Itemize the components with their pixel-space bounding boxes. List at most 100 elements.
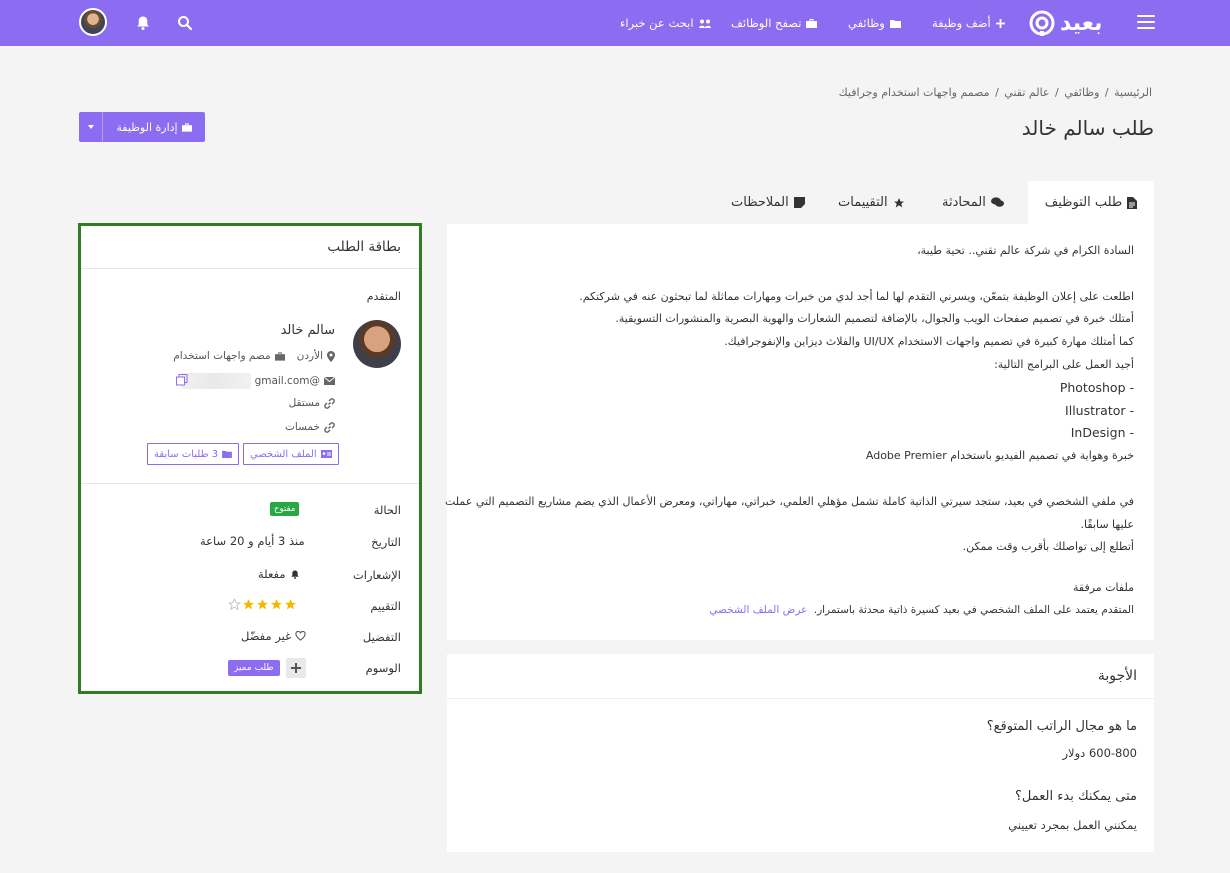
copy-icon[interactable] — [176, 374, 188, 386]
view-profile-link[interactable]: عرض الملف الشخصي — [709, 604, 807, 616]
comments-icon — [990, 197, 1004, 207]
applicant-job-title: مصم واجهات استخدام — [173, 350, 271, 362]
page-title: طلب سالم خالد — [1021, 116, 1154, 140]
tags-row: طلب مميز — [228, 658, 306, 678]
user-avatar[interactable] — [79, 8, 107, 36]
id-card-icon — [320, 450, 332, 458]
answers-header: الأجوبة — [447, 654, 1154, 699]
status-badge: مفتوح — [270, 502, 300, 516]
favorite-toggle[interactable]: غير مفضّل — [241, 629, 306, 643]
notifications-label: الإشعارات — [352, 568, 401, 582]
application-info-card: بطاقة الطلب المتقدم سالم خالد الأردن مصم… — [78, 223, 422, 694]
add-tag-button[interactable] — [285, 658, 306, 678]
applicant-location-job: الأردن مصم واجهات استخدام — [173, 350, 335, 362]
breadcrumb-job[interactable]: مصمم واجهات استخدام وجرافيك — [839, 86, 990, 99]
star-filled-icon[interactable] — [256, 598, 269, 611]
tab-notes-label: الملاحظات — [731, 195, 789, 210]
card-header: بطاقة الطلب — [81, 226, 419, 269]
plus-icon — [290, 663, 301, 673]
tag-badge[interactable]: طلب مميز — [228, 660, 280, 676]
heart-icon — [295, 631, 306, 641]
profile-button[interactable]: الملف الشخصي — [243, 443, 339, 465]
bell-icon[interactable] — [135, 15, 151, 31]
briefcase-icon — [181, 122, 192, 132]
nav-find-experts[interactable]: ابحث عن خبراء — [620, 0, 711, 46]
status-value: مفتوح — [270, 502, 300, 516]
letter-line: عليها سابقًا. — [1080, 517, 1135, 531]
notifications-value: مفعلة — [258, 567, 286, 581]
tab-reviews[interactable]: التقييمات — [838, 181, 905, 224]
breadcrumb: الرئيسية / وظائفي / عالم تقني / مصمم واج… — [838, 86, 1152, 99]
email-redacted — [180, 373, 251, 389]
answer-question: متى يمكنك بدء العمل؟ — [1015, 789, 1137, 804]
cover-letter: السادة الكرام في شركة عالم تقني.. تحية ط… — [445, 240, 1135, 559]
applicant-username[interactable]: خمسات — [285, 421, 320, 433]
breadcrumb-my-jobs[interactable]: وظائفي — [1064, 86, 1099, 99]
logo-text: بعيد — [1060, 10, 1103, 36]
nav-browse-jobs-label: تصفح الوظائف — [731, 16, 802, 30]
attachments-description: المتقدم يعتمد على الملف الشخصي في بعيد ك… — [709, 604, 1134, 616]
nav-add-job[interactable]: أضف وظيفة — [932, 0, 1005, 46]
applicant-email-row: @gmail.com — [180, 373, 335, 389]
applicant-location: الأردن — [296, 350, 323, 362]
star-filled-icon[interactable] — [270, 598, 283, 611]
letter-line: - Illustrator — [1065, 402, 1134, 418]
divider — [81, 483, 419, 484]
previous-applications-label: 3 طلبات سابقة — [154, 448, 219, 460]
logo[interactable]: بعيد — [1028, 8, 1102, 38]
manage-job-dropdown-toggle[interactable] — [79, 112, 103, 142]
card-title: بطاقة الطلب — [327, 239, 401, 255]
folder-icon — [889, 19, 901, 28]
breadcrumb-company[interactable]: عالم تقني — [1004, 86, 1049, 99]
bell-icon — [290, 569, 299, 579]
briefcase-icon — [806, 18, 818, 28]
nav-my-jobs[interactable]: وظائفي — [848, 0, 901, 46]
manage-job-button[interactable]: إدارة الوظيفة — [79, 112, 205, 142]
nav-find-experts-label: ابحث عن خبراء — [620, 16, 694, 30]
letter-line: السادة الكرام في شركة عالم تقني.. تحية ط… — [917, 244, 1134, 257]
letter-line: - InDesign — [1070, 425, 1134, 441]
tab-notes[interactable]: الملاحظات — [731, 181, 805, 224]
answers-title: الأجوبة — [1097, 668, 1137, 684]
rating-stars[interactable] — [228, 598, 297, 611]
link-icon — [324, 421, 335, 433]
applicant-work-type-row: مستقل — [289, 397, 335, 409]
notifications-toggle[interactable]: مفعلة — [258, 567, 300, 581]
nav-add-job-label: أضف وظيفة — [932, 16, 991, 30]
envelope-icon — [324, 377, 335, 385]
tab-application-label: طلب التوظيف — [1044, 195, 1123, 210]
applicant-name[interactable]: سالم خالد — [281, 323, 335, 338]
tab-conversation[interactable]: المحادثة — [942, 181, 1004, 224]
answer-value: 600-800 دولار — [1062, 746, 1137, 760]
applicant-email: @gmail.com — [254, 375, 320, 387]
star-icon — [893, 197, 904, 207]
letter-line: اطلعت على إعلان الوظيفة بتمعّن، ويسرني ا… — [579, 289, 1134, 303]
manage-job-label: إدارة الوظيفة — [116, 120, 178, 134]
file-icon — [1127, 196, 1138, 209]
breadcrumb-home[interactable]: الرئيسية — [1114, 86, 1152, 99]
tab-reviews-label: التقييمات — [838, 195, 888, 210]
attachments-title: ملفات مرفقة — [1073, 581, 1134, 594]
map-marker-icon — [327, 350, 335, 362]
letter-line: كما أمتلك مهارة كبيرة في تصميم واجهات ال… — [724, 335, 1134, 349]
nav-browse-jobs[interactable]: تصفح الوظائف — [731, 0, 818, 46]
status-label: الحالة — [373, 503, 401, 517]
menu-icon[interactable] — [1137, 15, 1155, 31]
star-empty-icon[interactable] — [228, 598, 241, 611]
applicant-username-row: خمسات — [285, 421, 335, 433]
stars-container[interactable] — [228, 598, 297, 611]
star-filled-icon[interactable] — [242, 598, 255, 611]
tags-label: الوسوم — [365, 661, 401, 675]
applicant-work-type[interactable]: مستقل — [289, 397, 320, 409]
search-icon[interactable] — [177, 15, 193, 31]
plus-icon — [995, 18, 1005, 28]
tab-application[interactable]: طلب التوظيف — [1028, 181, 1154, 224]
letter-line: - Photoshop — [1059, 379, 1134, 395]
previous-applications-button[interactable]: 3 طلبات سابقة — [147, 443, 240, 465]
link-icon — [324, 397, 335, 409]
star-filled-icon[interactable] — [284, 598, 297, 611]
applicant-avatar[interactable] — [353, 320, 401, 368]
users-icon — [698, 19, 711, 28]
briefcase-icon — [274, 351, 285, 361]
manage-job-main[interactable]: إدارة الوظيفة — [103, 112, 205, 142]
